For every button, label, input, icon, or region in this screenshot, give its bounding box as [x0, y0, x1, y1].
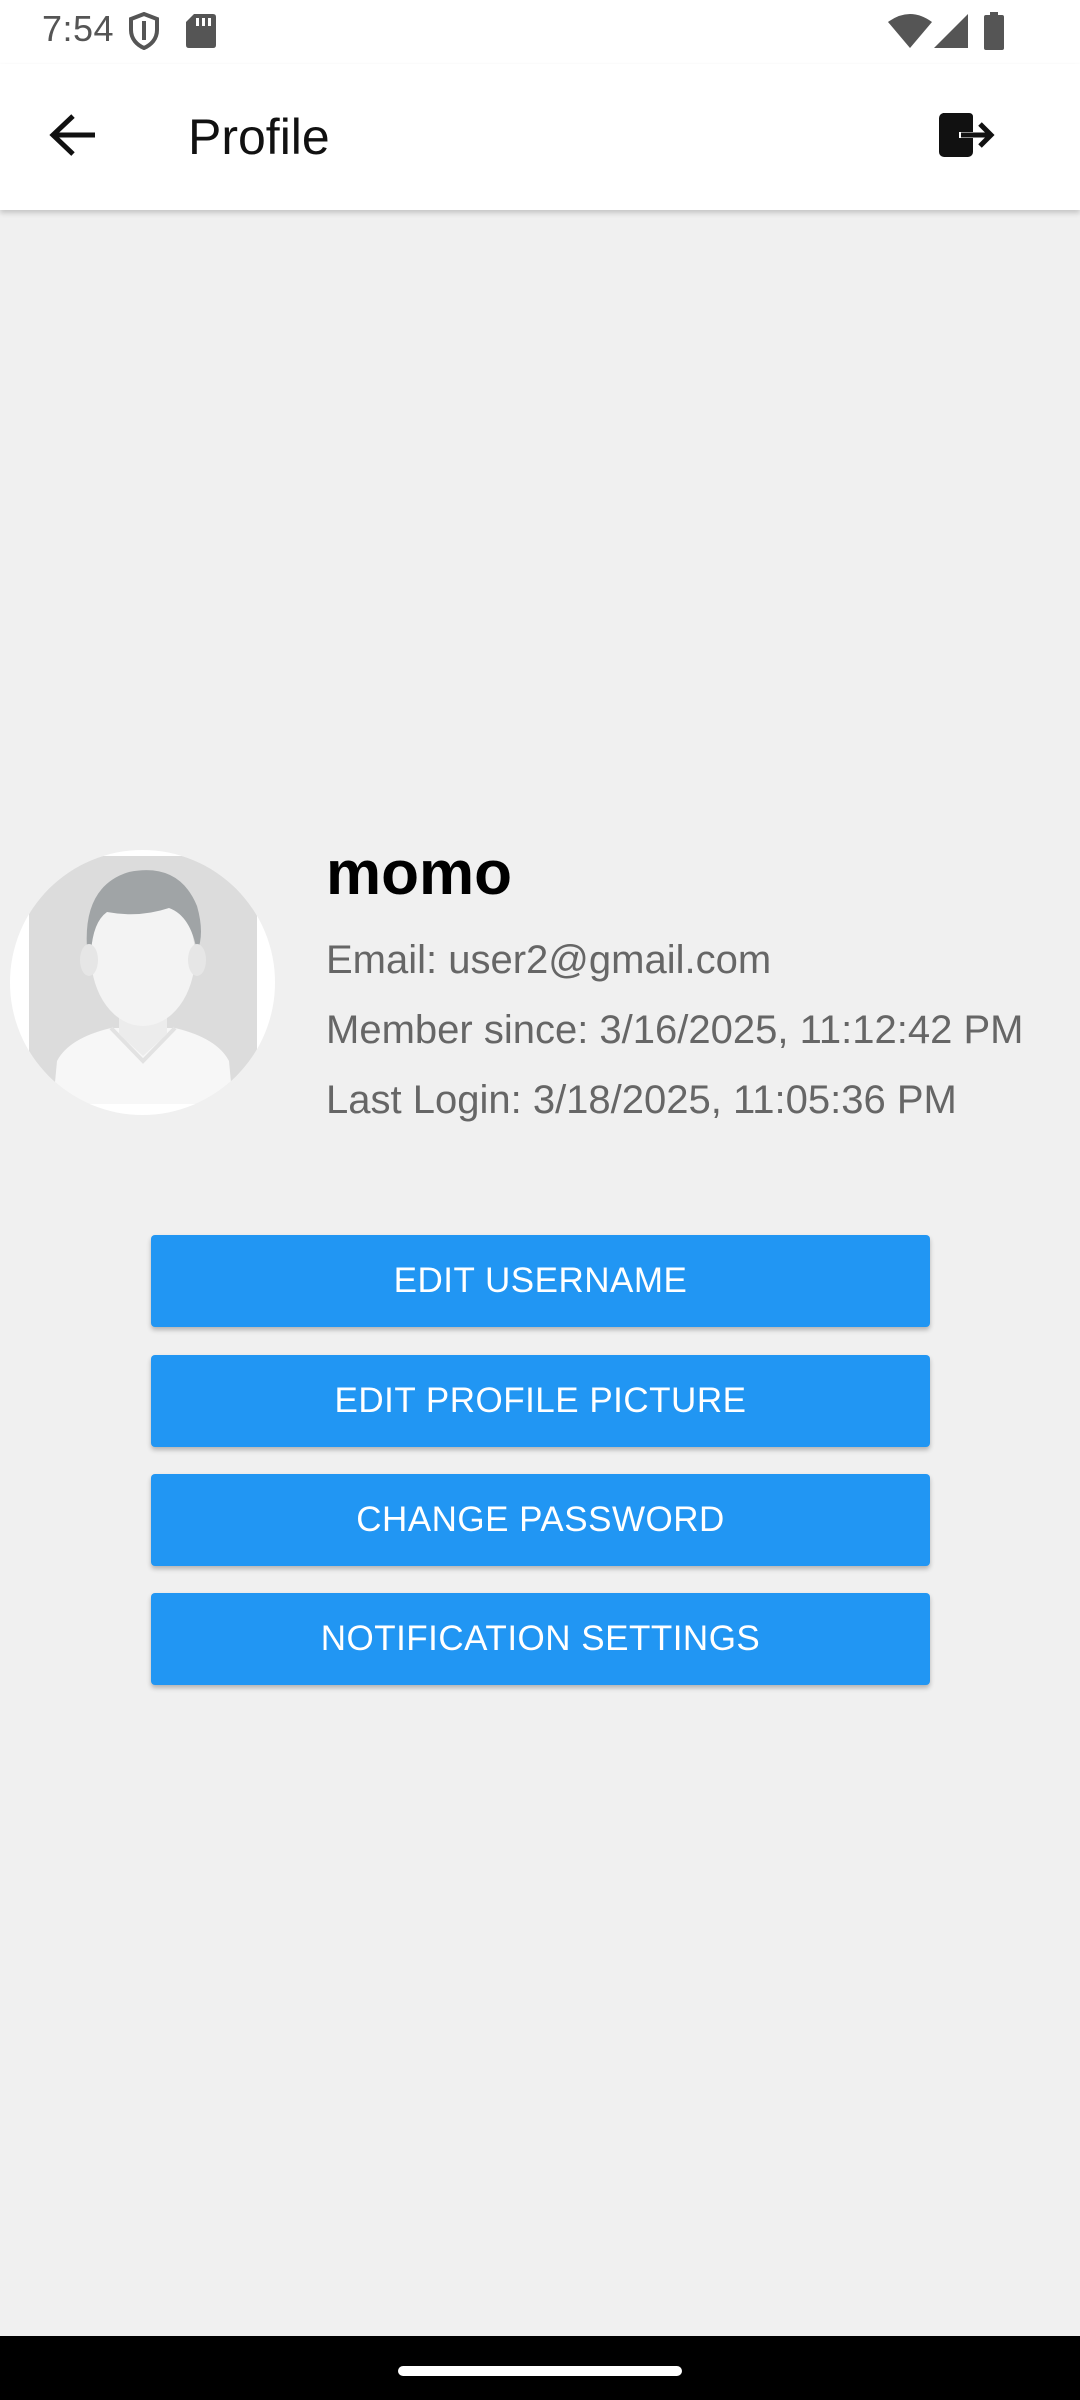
back-button[interactable] [30, 104, 116, 170]
shield-icon [128, 11, 160, 55]
notification-settings-button[interactable]: NOTIFICATION SETTINGS [151, 1593, 930, 1685]
status-time: 7:54 [42, 8, 115, 49]
default-avatar-icon [28, 856, 257, 1109]
change-password-button[interactable]: CHANGE PASSWORD [151, 1474, 930, 1566]
edit-username-button[interactable]: EDIT USERNAME [151, 1235, 930, 1327]
member-since-text: Member since: 3/16/2025, 11:12:42 PM [326, 1008, 1024, 1052]
home-gesture-handle[interactable] [398, 2366, 682, 2376]
app-bar: Profile [0, 64, 1080, 210]
email-text: Email: user2@gmail.com [326, 938, 772, 982]
logout-button[interactable] [920, 104, 1014, 170]
wifi-icon [888, 14, 932, 53]
page-title: Profile [188, 109, 330, 165]
sd-card-icon [186, 14, 216, 53]
battery-icon [984, 12, 1004, 55]
signal-icon [934, 14, 968, 53]
arrow-left-icon [49, 113, 97, 162]
last-login-text: Last Login: 3/18/2025, 11:05:36 PM [326, 1078, 957, 1122]
username: momo [326, 839, 512, 908]
status-bar: 7:54 [0, 0, 1080, 64]
logout-icon [939, 112, 995, 162]
edit-profile-picture-button[interactable]: EDIT PROFILE PICTURE [151, 1355, 930, 1447]
avatar [10, 850, 275, 1115]
